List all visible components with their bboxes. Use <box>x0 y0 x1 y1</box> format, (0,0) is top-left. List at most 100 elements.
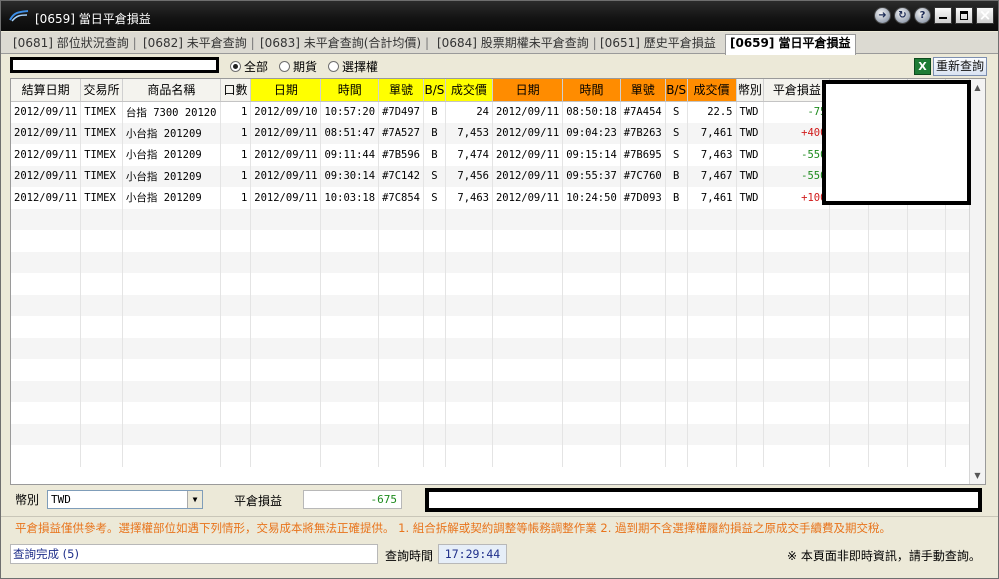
cell-product: 小台指 201209 <box>122 122 221 144</box>
forward-icon[interactable]: ➜ <box>874 7 891 24</box>
cell-qty <box>220 445 252 467</box>
cell-settle-date <box>11 380 82 402</box>
pnl-total-value: -675 <box>303 490 402 509</box>
cell-c-bs <box>665 445 688 467</box>
currency-select[interactable]: TWD ▼ <box>47 490 203 509</box>
col-close-order-no[interactable]: 單號 <box>620 79 666 102</box>
filter-options-radio[interactable]: 選擇權 <box>328 58 378 74</box>
cell-o-no: #7D497 <box>378 101 424 123</box>
cell-empty <box>907 251 947 273</box>
cell-pnl <box>763 423 831 445</box>
col-close-price[interactable]: 成交價 <box>687 79 737 102</box>
cell-qty <box>220 251 252 273</box>
col-open-time[interactable]: 時間 <box>320 79 380 102</box>
cell-exchange <box>80 423 123 445</box>
cell-qty: 1 <box>220 187 252 209</box>
col-open-bs[interactable]: B/S <box>423 79 446 102</box>
col-close-time[interactable]: 時間 <box>562 79 621 102</box>
cell-settle-date: 2012/09/11 <box>11 187 82 209</box>
col-settle-date[interactable]: 結算日期 <box>11 79 82 102</box>
cell-c-no <box>620 316 666 338</box>
col-open-date[interactable]: 日期 <box>250 79 322 102</box>
help-icon[interactable]: ? <box>914 7 931 24</box>
cell-settle-date <box>11 208 82 230</box>
cell-qty <box>220 423 252 445</box>
cell-c-time: 08:50:18 <box>562 101 621 123</box>
cell-o-date <box>250 337 322 359</box>
account-field[interactable] <box>10 57 219 73</box>
close-icon[interactable]: × <box>976 7 994 24</box>
realtime-notice: ※ 本頁面非即時資訊，請手動查詢。 <box>787 549 981 563</box>
cell-c-no <box>620 445 666 467</box>
cell-c-price: 7,467 <box>687 165 737 187</box>
cell-settle-date <box>11 402 82 424</box>
filter-all-radio[interactable]: 全部 <box>230 58 268 74</box>
cell-c-price <box>687 251 737 273</box>
filter-futures-radio[interactable]: 期貨 <box>279 58 317 74</box>
cell-o-time: 10:03:18 <box>320 187 380 209</box>
cell-exchange <box>80 380 123 402</box>
cell-exchange <box>80 316 123 338</box>
cell-c-price <box>687 359 737 381</box>
cell-c-no <box>620 359 666 381</box>
col-open-price[interactable]: 成交價 <box>445 79 493 102</box>
scroll-up-icon[interactable]: ▲ <box>972 82 983 93</box>
cell-empty <box>868 359 908 381</box>
cell-o-time <box>320 402 380 424</box>
cell-product <box>122 359 221 381</box>
cell-qty <box>220 273 252 295</box>
refresh-icon[interactable]: ↻ <box>894 7 911 24</box>
col-close-bs[interactable]: B/S <box>665 79 688 102</box>
cell-qty <box>220 294 252 316</box>
grid-scrollbar[interactable]: ▲ ▼ <box>969 79 985 484</box>
tab-0682[interactable]: [0682] 未平倉查詢 <box>139 35 254 54</box>
cell-c-bs: B <box>665 187 688 209</box>
empty-row <box>11 208 985 230</box>
cell-pnl: -550 <box>763 165 831 187</box>
cell-empty <box>868 251 908 273</box>
cell-c-time <box>562 359 621 381</box>
cell-o-price <box>445 402 493 424</box>
minimize-icon[interactable] <box>934 7 952 24</box>
cell-empty <box>907 273 947 295</box>
cell-pnl <box>763 230 831 252</box>
excel-export-icon[interactable]: X <box>914 58 931 75</box>
cell-c-time: 09:55:37 <box>562 165 621 187</box>
chevron-down-icon[interactable]: ▼ <box>187 491 202 508</box>
cell-settle-date <box>11 251 82 273</box>
cell-empty <box>829 294 870 316</box>
col-close-date[interactable]: 日期 <box>492 79 564 102</box>
tab-0681[interactable]: [0681] 部位狀況查詢 <box>9 35 136 54</box>
cell-c-time <box>562 423 621 445</box>
cell-currency <box>736 230 765 252</box>
cell-c-no <box>620 380 666 402</box>
col-product[interactable]: 商品名稱 <box>122 79 221 102</box>
scroll-down-icon[interactable]: ▼ <box>972 470 983 481</box>
cell-o-bs <box>423 208 446 230</box>
refresh-query-button[interactable]: 重新查詢 <box>933 57 987 76</box>
cell-o-time <box>320 294 380 316</box>
cell-c-price: 7,463 <box>687 144 737 166</box>
maximize-icon[interactable] <box>955 7 973 24</box>
cell-c-no <box>620 337 666 359</box>
cell-o-no <box>378 380 424 402</box>
tab-0683[interactable]: [0683] 未平倉查詢(合計均價) <box>256 35 429 54</box>
tab-0659[interactable]: [0659] 當日平倉損益 <box>725 34 856 55</box>
tab-0684[interactable]: [0684] 股票期權未平倉查詢 <box>433 35 596 54</box>
cell-qty <box>220 359 252 381</box>
tab-0651[interactable]: [0651] 歷史平倉損益 <box>596 35 720 54</box>
col-open-order-no[interactable]: 單號 <box>378 79 424 102</box>
col-exchange[interactable]: 交易所 <box>80 79 123 102</box>
cell-qty <box>220 208 252 230</box>
cell-currency <box>736 294 765 316</box>
cell-o-price: 7,474 <box>445 144 493 166</box>
cell-c-bs <box>665 208 688 230</box>
col-qty[interactable]: 口數 <box>220 79 252 102</box>
cell-empty <box>829 273 870 295</box>
cell-currency: TWD <box>736 122 765 144</box>
col-pnl[interactable]: 平倉損益 <box>763 79 831 102</box>
cell-empty <box>829 316 870 338</box>
empty-row <box>11 337 985 359</box>
col-currency[interactable]: 幣別 <box>736 79 765 102</box>
cell-o-no <box>378 208 424 230</box>
